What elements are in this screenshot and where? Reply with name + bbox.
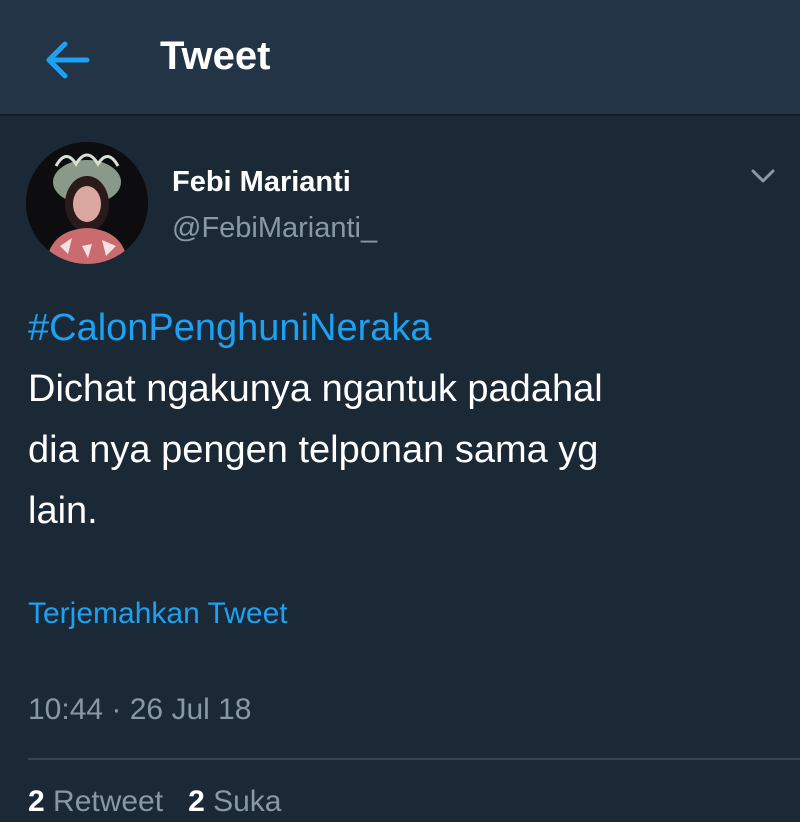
tweet-options-button[interactable] bbox=[744, 160, 782, 192]
tweet-text-line: dia nya pengen telponan sama yg bbox=[28, 429, 599, 471]
likes-label: Suka bbox=[204, 785, 282, 818]
author-name[interactable]: Febi Marianti bbox=[172, 164, 351, 200]
likes-stat[interactable]: 2 Suka bbox=[188, 785, 281, 818]
avatar[interactable] bbox=[26, 142, 148, 264]
tweet-timestamp[interactable]: 10:44 · 26 Jul 18 bbox=[28, 690, 252, 730]
likes-count: 2 bbox=[188, 785, 205, 818]
tweet-text-line: lain. bbox=[28, 490, 98, 532]
avatar-photo bbox=[26, 142, 148, 264]
author-handle[interactable]: @FebiMarianti_ bbox=[172, 210, 377, 246]
tweet-text-line: Dichat ngakunya ngantuk padahal bbox=[28, 368, 603, 410]
back-button[interactable] bbox=[38, 34, 94, 86]
page-title: Tweet bbox=[160, 34, 271, 78]
chevron-down-icon bbox=[751, 169, 775, 183]
retweets-label: Retweet bbox=[44, 785, 164, 818]
tweet-body: #CalonPenghuniNeraka Dichat ngakunya nga… bbox=[28, 298, 780, 542]
top-app-bar: Tweet bbox=[0, 0, 800, 116]
retweets-count: 2 bbox=[28, 785, 45, 818]
retweets-stat[interactable]: 2 Retweet bbox=[28, 785, 163, 818]
divider bbox=[28, 758, 800, 760]
translate-tweet-link[interactable]: Terjemahkan Tweet bbox=[28, 594, 288, 634]
hashtag-link[interactable]: #CalonPenghuniNeraka bbox=[28, 298, 432, 359]
arrow-left-icon bbox=[46, 41, 90, 79]
tweet-stats: 2 Retweet 2 Suka bbox=[28, 782, 282, 822]
